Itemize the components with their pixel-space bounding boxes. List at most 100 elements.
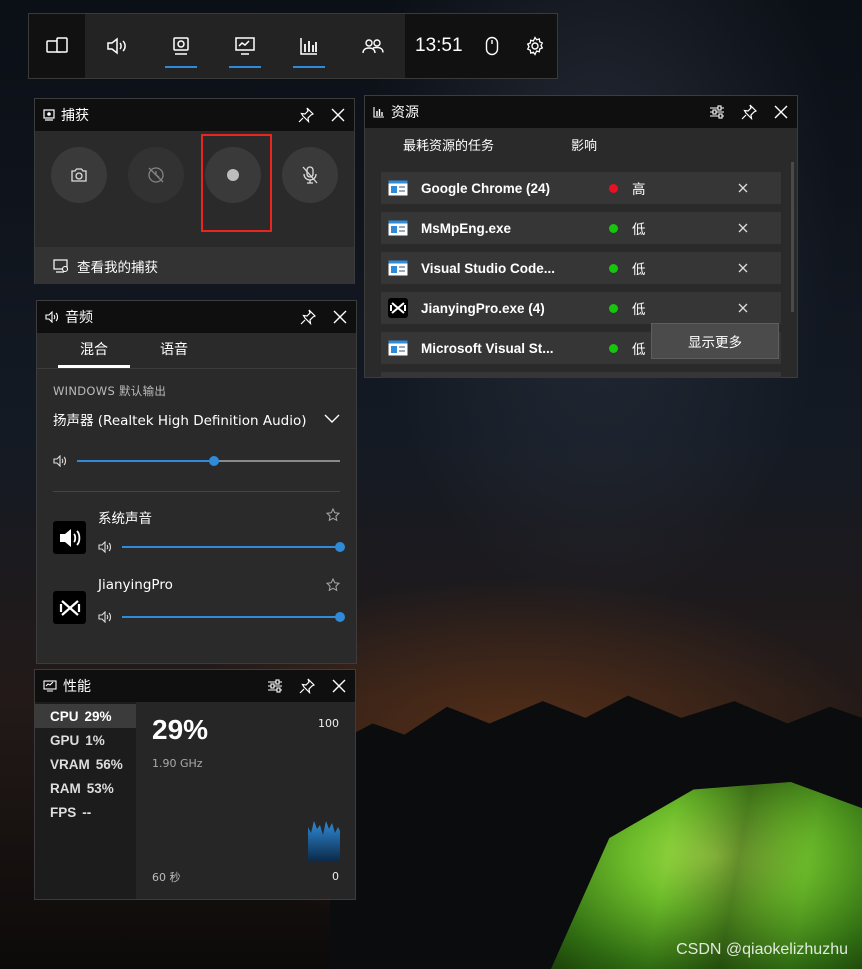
- tab-voice[interactable]: 语音: [134, 333, 214, 368]
- sliders-icon: [710, 105, 724, 119]
- window-icon: [387, 217, 409, 239]
- gallery-icon: [53, 258, 69, 273]
- watermark: CSDN @qiaokelizhuzhu: [676, 941, 848, 958]
- resources-scrollbar[interactable]: [791, 162, 794, 312]
- volume-icon: [98, 541, 114, 553]
- widget-menu-icon: [45, 36, 69, 56]
- app-volume-row: JianyingPro: [53, 577, 345, 637]
- capcut-icon: [53, 591, 86, 624]
- close-icon: [738, 303, 748, 312]
- resources-toggle-button[interactable]: [277, 14, 341, 78]
- output-device-name: 扬声器 (Realtek High Definition Audio): [53, 413, 307, 429]
- pin-button[interactable]: [292, 301, 324, 333]
- end-task-button[interactable]: [738, 221, 748, 236]
- app-volume-slider[interactable]: [122, 609, 345, 625]
- performance-title: 性能: [63, 679, 91, 695]
- process-name: JianyingPro.exe (4): [421, 300, 545, 316]
- audio-toggle-button[interactable]: [85, 14, 149, 78]
- capture-icon: [171, 36, 191, 56]
- end-task-button[interactable]: [738, 301, 748, 316]
- system-sound-icon: [53, 521, 86, 554]
- view-captures-label: 查看我的捕获: [77, 259, 158, 276]
- pin-icon: [300, 309, 316, 325]
- impact-level: 高: [632, 182, 646, 197]
- show-more-button[interactable]: 显示更多: [651, 323, 779, 359]
- app-name: JianyingPro: [98, 577, 173, 593]
- close-button[interactable]: [324, 301, 356, 333]
- resource-row[interactable]: Google Chrome (24) 高: [381, 172, 781, 204]
- speaker-icon: [106, 37, 128, 55]
- metric-vram[interactable]: VRAM 56%: [35, 752, 136, 776]
- tab-mix[interactable]: 混合: [54, 333, 134, 368]
- cpu-sparkline: [308, 821, 340, 861]
- column-impact[interactable]: 影响: [571, 135, 597, 154]
- capture-toggle-button[interactable]: [149, 14, 213, 78]
- close-button[interactable]: [765, 96, 797, 128]
- social-toggle-button[interactable]: [341, 14, 405, 78]
- screenshot-button[interactable]: [51, 147, 107, 203]
- settings-button[interactable]: [701, 96, 733, 128]
- settings-button[interactable]: [259, 670, 291, 702]
- view-captures-link[interactable]: 查看我的捕获: [35, 247, 354, 284]
- mouse-icon[interactable]: [485, 36, 499, 56]
- close-icon: [738, 183, 748, 192]
- metric-ram[interactable]: RAM 53%: [35, 776, 136, 800]
- resource-row[interactable]: JianyingPro.exe (4) 低: [381, 292, 781, 324]
- output-section-label: WINDOWS 默认输出: [53, 384, 167, 398]
- resource-row[interactable]: MsMpEng.exe 低: [381, 212, 781, 244]
- close-icon: [738, 223, 748, 232]
- pin-button[interactable]: [291, 670, 323, 702]
- pin-button[interactable]: [733, 96, 765, 128]
- performance-header[interactable]: 性能: [35, 670, 355, 702]
- graph-axis-max: 100: [318, 717, 339, 730]
- resource-row[interactable]: Visual Studio Code... 低: [381, 252, 781, 284]
- resources-column-headers: 最耗资源的任务 影响: [365, 128, 797, 160]
- game-bar: 13:51: [28, 13, 558, 79]
- star-icon[interactable]: [325, 577, 341, 596]
- app-volume-slider[interactable]: [122, 539, 345, 555]
- metric-fps[interactable]: FPS --: [35, 800, 136, 824]
- star-icon[interactable]: [325, 507, 341, 526]
- volume-icon: [98, 611, 114, 623]
- close-button[interactable]: [323, 670, 355, 702]
- resources-title: 资源: [391, 105, 419, 121]
- chevron-down-icon: [324, 414, 340, 424]
- pin-button[interactable]: [290, 99, 322, 131]
- cpu-usage-value: 29%: [152, 714, 209, 745]
- app-volume-row: 系统声音: [53, 507, 345, 567]
- mic-toggle-button[interactable]: [282, 147, 338, 203]
- close-button[interactable]: [322, 99, 354, 131]
- output-device-select[interactable]: 扬声器 (Realtek High Definition Audio): [53, 409, 340, 429]
- capture-header[interactable]: 捕获: [35, 99, 354, 131]
- bar-chart-small-icon: [373, 106, 385, 118]
- gear-icon[interactable]: [525, 36, 545, 56]
- capture-small-icon: [43, 109, 55, 121]
- metric-gpu[interactable]: GPU 1%: [35, 728, 136, 752]
- window-icon: [387, 337, 409, 359]
- performance-toggle-button[interactable]: [213, 14, 277, 78]
- camera-icon: [71, 168, 87, 182]
- impact-status-dot: [609, 343, 618, 353]
- widget-menu-button[interactable]: [29, 14, 85, 78]
- end-task-button[interactable]: [738, 261, 748, 276]
- column-task[interactable]: 最耗资源的任务: [403, 135, 571, 154]
- audio-header[interactable]: 音频: [37, 301, 356, 333]
- audio-tabs: 混合 语音: [37, 333, 356, 369]
- monitor-small-icon: [43, 680, 57, 692]
- audio-widget: 音频 混合 语音 WINDOWS 默认输出 扬声器 (Realtek High …: [36, 300, 357, 664]
- resource-row-partial: [381, 372, 781, 378]
- impact-status-dot: [609, 223, 618, 233]
- sliders-icon: [268, 679, 282, 693]
- record-highlight-box: [201, 134, 272, 232]
- resources-widget: 资源 最耗资源的任务 影响 Google Chrome (24) 高 MsMpEng…: [364, 95, 798, 378]
- impact-level: 低: [632, 222, 646, 237]
- metric-cpu[interactable]: CPU 29%: [35, 704, 136, 728]
- people-icon: [362, 37, 384, 55]
- end-task-button[interactable]: [738, 181, 748, 196]
- capture-title: 捕获: [61, 108, 89, 124]
- master-volume-slider[interactable]: [77, 453, 340, 469]
- cpu-frequency: 1.90 GHz: [152, 757, 203, 770]
- record-last-disabled-icon: [148, 167, 164, 183]
- record-last-button[interactable]: [128, 147, 184, 203]
- resources-header[interactable]: 资源: [365, 96, 797, 128]
